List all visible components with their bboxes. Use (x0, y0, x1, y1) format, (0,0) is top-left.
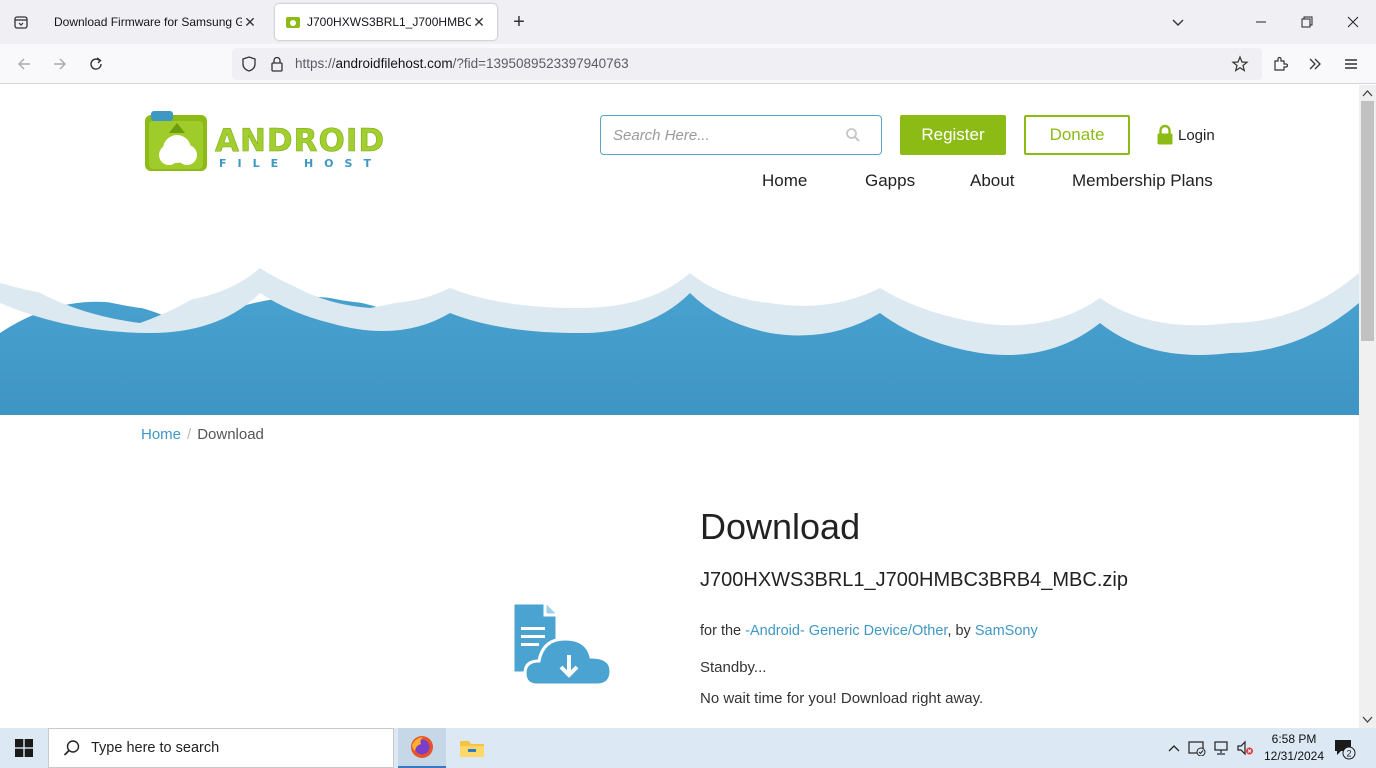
taskbar-search-box[interactable]: Type here to search (48, 728, 394, 768)
search-icon[interactable] (845, 127, 861, 143)
breadcrumb: Home / Download (141, 426, 264, 443)
breadcrumb-current: Download (197, 426, 264, 443)
tab-title: Download Firmware for Samsung G (54, 15, 242, 29)
download-filename: J700HXWS3BRL1_J700HMBC3BRB4_MBC.zip (700, 569, 1128, 591)
windows-taskbar: Type here to search 6:58 PM 12/31/2024 2 (0, 728, 1376, 768)
url-scheme: https:// (295, 56, 336, 71)
androidfilehost-favicon-icon (286, 17, 300, 28)
url-bar[interactable]: https://androidfilehost.com/?fid=1395089… (232, 48, 1262, 80)
scrollbar-thumb[interactable] (1361, 101, 1374, 341)
uploader-link[interactable]: SamSony (975, 623, 1038, 639)
browser-nav-bar: https://androidfilehost.com/?fid=1395089… (0, 44, 1376, 84)
by-label: , by (947, 623, 971, 639)
for-the-label: for the (700, 623, 742, 639)
cloud-download-icon (510, 600, 613, 687)
url-path: /?fid=1395089523397940763 (452, 56, 629, 71)
hamburger-menu-icon[interactable] (1335, 48, 1367, 80)
volume-muted-icon[interactable] (1235, 738, 1255, 758)
breadcrumb-home-link[interactable]: Home (141, 426, 181, 443)
login-link[interactable]: Login (1156, 121, 1215, 149)
shield-icon[interactable] (240, 55, 258, 73)
new-tab-button[interactable]: + (505, 8, 533, 36)
site-search-box[interactable] (600, 115, 882, 155)
notification-center-icon[interactable]: 2 (1332, 736, 1356, 760)
forward-arrow-icon[interactable] (44, 48, 76, 80)
close-tab-icon[interactable]: ✕ (471, 14, 487, 31)
page-scrollbar[interactable] (1359, 85, 1376, 728)
url-text[interactable]: https://androidfilehost.com/?fid=1395089… (295, 56, 629, 71)
scroll-down-arrow-icon[interactable] (1362, 716, 1373, 724)
restore-icon[interactable] (1284, 0, 1330, 44)
logo-text-filehost: FILE HOST (219, 157, 382, 170)
donate-button[interactable]: Donate (1024, 115, 1130, 155)
taskbar-clock[interactable]: 6:58 PM 12/31/2024 (1254, 731, 1334, 765)
taskbar-search-placeholder: Type here to search (91, 740, 220, 756)
standby-status: Standby... (700, 659, 767, 676)
page-content: ANDROID FILE HOST Register Donate Login … (0, 85, 1359, 728)
tab-title: J700HXWS3BRL1_J700HMBC3BR (307, 15, 471, 29)
androidfilehost-logo[interactable]: ANDROID FILE HOST (141, 111, 411, 177)
no-wait-message: No wait time for you! Download right awa… (700, 690, 984, 707)
close-tab-icon[interactable]: ✕ (242, 14, 258, 31)
tab-samsung-firmware[interactable]: Download Firmware for Samsung G ✕ (44, 4, 268, 40)
minimize-icon[interactable] (1238, 0, 1284, 44)
tab-androidfilehost-download[interactable]: J700HXWS3BRL1_J700HMBC3BR ✕ (275, 4, 497, 40)
close-window-icon[interactable] (1330, 0, 1376, 44)
clock-time: 6:58 PM (1271, 732, 1317, 746)
firefox-taskbar-icon[interactable] (398, 728, 446, 768)
chevron-up-icon[interactable] (1164, 738, 1184, 758)
lock-icon (1157, 124, 1173, 145)
nav-about[interactable]: About (970, 171, 1014, 191)
scroll-up-arrow-icon[interactable] (1362, 89, 1373, 97)
nav-gapps[interactable]: Gapps (865, 171, 915, 191)
network-icon[interactable] (1212, 738, 1232, 758)
bookmark-star-icon[interactable] (1224, 48, 1256, 80)
nav-membership-plans[interactable]: Membership Plans (1072, 171, 1213, 191)
back-arrow-icon[interactable] (8, 48, 40, 80)
windows-start-icon[interactable] (0, 728, 48, 768)
register-button[interactable]: Register (900, 115, 1006, 155)
browser-tab-bar: Download Firmware for Samsung G ✕ J700HX… (0, 0, 1376, 44)
logo-text-android: ANDROID (215, 123, 385, 159)
download-heading: Download (700, 506, 861, 547)
notification-count: 2 (1346, 749, 1351, 759)
file-explorer-taskbar-icon[interactable] (448, 728, 496, 768)
url-host: androidfilehost.com (335, 56, 453, 71)
nav-home[interactable]: Home (762, 171, 807, 191)
overflow-chevrons-icon[interactable] (1299, 48, 1331, 80)
download-meta: for the -Android- Generic Device/Other, … (700, 623, 1038, 639)
lock-icon[interactable] (268, 55, 286, 73)
list-all-tabs-icon[interactable] (0, 0, 42, 44)
login-label: Login (1178, 126, 1215, 144)
breadcrumb-separator: / (187, 426, 192, 443)
clock-date: 12/31/2024 (1263, 749, 1325, 763)
reload-icon[interactable] (80, 48, 112, 80)
chevron-down-icon[interactable] (1164, 8, 1192, 36)
search-icon (63, 740, 80, 756)
security-center-icon[interactable] (1187, 738, 1207, 758)
cloud-wave-banner (0, 213, 1359, 415)
extensions-icon[interactable] (1264, 48, 1296, 80)
site-search-input[interactable] (613, 126, 843, 144)
device-link[interactable]: -Android- Generic Device/Other (745, 623, 947, 639)
